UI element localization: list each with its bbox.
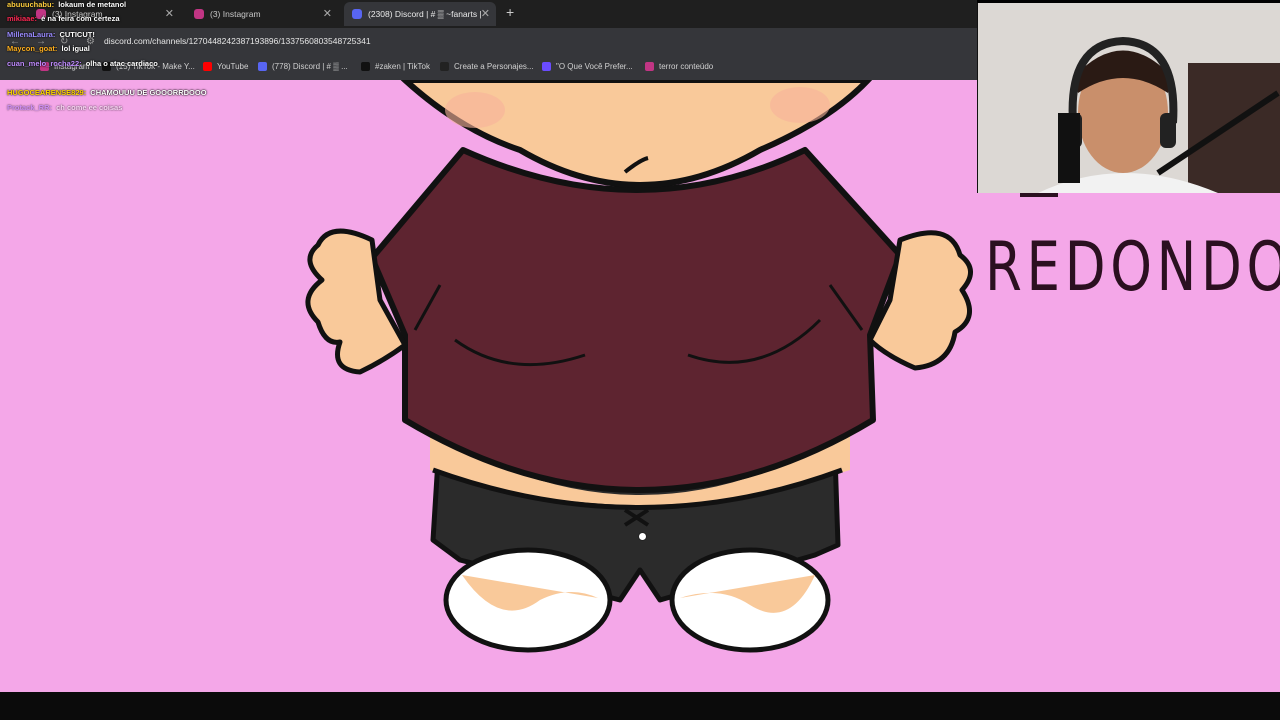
bookmark-label: #zaken | TikTok — [375, 62, 430, 71]
chat-text: olha o atac cardiaco — [85, 59, 158, 68]
chat-message: cuan_melo_rocha22: olha o atac cardiaco — [7, 59, 158, 68]
bookmark-label: "O Que Você Prefer... — [556, 62, 633, 71]
sketch-stroke — [1020, 192, 1058, 197]
bookmark-label: Create a Personajes... — [454, 62, 534, 71]
chat-text: lol igual — [61, 44, 90, 53]
bottom-bar — [0, 692, 1280, 720]
bookmark-create-personajes[interactable]: Create a Personajes... — [440, 62, 534, 71]
webcam-overlay — [977, 3, 1280, 193]
chat-username: Protack_RR: — [7, 103, 53, 112]
chat-text: CHAMOUUU DE GOOORRDOOO — [90, 88, 207, 97]
tab-label: (2308) Discord | # ▒ ~fanarts | — [368, 9, 482, 19]
tab-discord[interactable]: (2308) Discord | # ▒ ~fanarts | ✕ — [344, 2, 496, 26]
webcam-feed — [978, 3, 1280, 193]
bookmark-label: (778) Discord | # ▒ ... — [272, 62, 348, 71]
chat-username: abuuuchabu: — [7, 0, 55, 9]
chat-username: mikiaae: — [7, 14, 38, 23]
new-tab-button[interactable]: + — [506, 4, 514, 20]
chat-text: lokaum de metanol — [58, 0, 127, 9]
chat-username: cuan_melo_rocha22: — [7, 59, 82, 68]
bookmark-zaken-tiktok[interactable]: #zaken | TikTok — [361, 62, 430, 71]
bookmark-terror-conteudo[interactable]: terror conteúdo — [645, 62, 713, 71]
chat-message: Protack_RR: ch come ee coisas — [7, 103, 122, 112]
discord-icon — [352, 9, 362, 19]
instagram-icon — [645, 62, 654, 71]
chat-text: CUTICUT! — [59, 30, 95, 39]
sketch-text: REDONDO — [985, 228, 1280, 307]
page-icon — [542, 62, 551, 71]
bookmark-label: terror conteúdo — [659, 62, 714, 71]
chat-username: MillenaLaura: — [7, 30, 56, 39]
chat-text: ch come ee coisas — [56, 103, 123, 112]
chat-username: Maycon_goat: — [7, 44, 58, 53]
page-icon — [440, 62, 449, 71]
brush-cursor — [638, 532, 647, 541]
chat-message: mikiaae: é na feira com certeza — [7, 14, 120, 23]
bookmark-o-que-voce-prefere[interactable]: "O Que Você Prefer... — [542, 62, 633, 71]
chat-message: Maycon_goat: lol igual — [7, 44, 90, 53]
close-icon[interactable]: ✕ — [481, 7, 490, 20]
chat-message: HUGOCEARENSE829: CHAMOUUU DE GOOORRDOOO — [7, 88, 207, 97]
chat-message: abuuuchabu: lokaum de metanol — [7, 0, 126, 9]
chat-username: HUGOCEARENSE829: — [7, 88, 87, 97]
close-icon[interactable]: ✕ — [323, 7, 332, 20]
stream-chat-overlay: abuuuchabu: lokaum de metanol mikiaae: é… — [7, 0, 257, 120]
discord-icon — [258, 62, 267, 71]
chat-message: MillenaLaura: CUTICUT! — [7, 30, 95, 39]
bookmark-discord[interactable]: (778) Discord | # ▒ ... — [258, 62, 348, 71]
tiktok-icon — [361, 62, 370, 71]
chat-text: é na feira com certeza — [41, 14, 120, 23]
